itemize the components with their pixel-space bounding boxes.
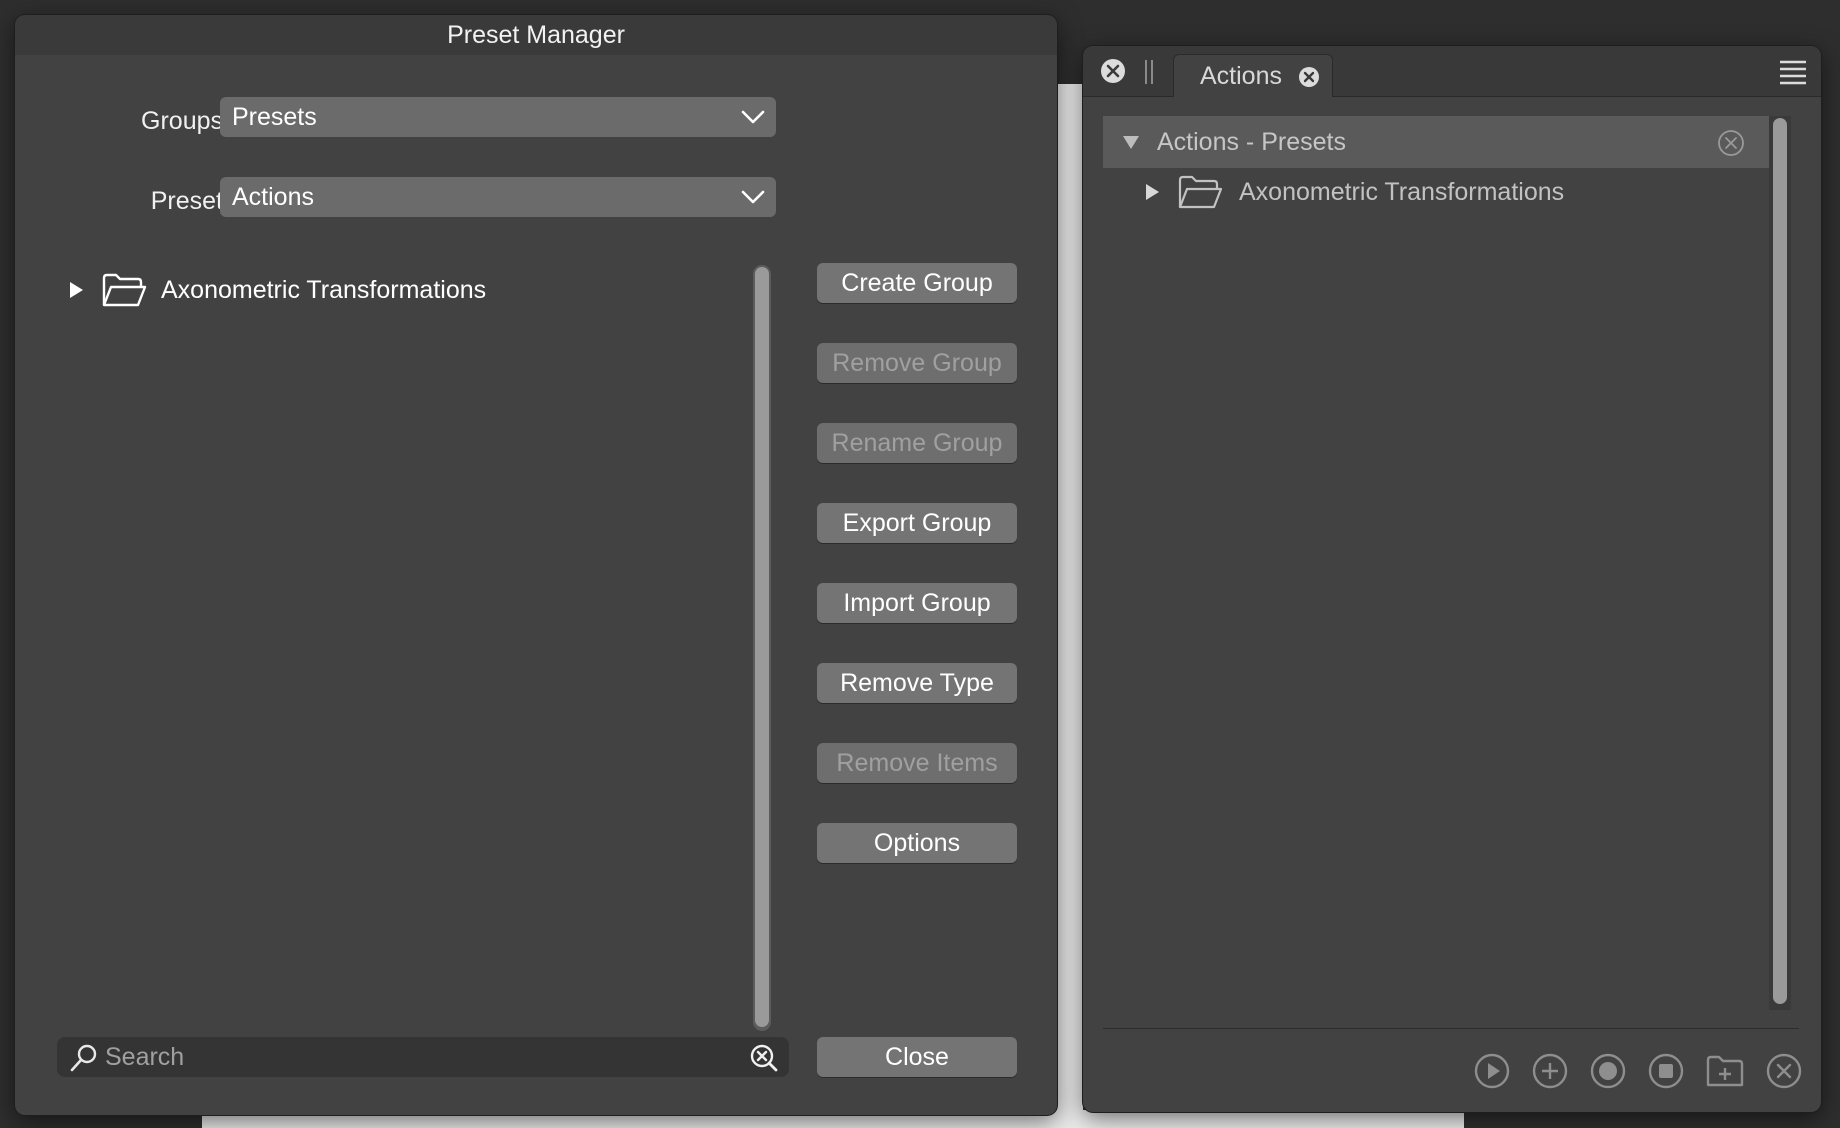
add-icon[interactable] [1531,1052,1569,1090]
group-header-label: Actions - Presets [1157,127,1346,156]
panel-menu-icon[interactable] [1779,59,1807,85]
clear-search-icon[interactable] [749,1043,779,1073]
folder-icon [101,271,147,309]
rename-group-button[interactable]: Rename Group [817,423,1017,463]
import-group-button[interactable]: Import Group [817,583,1017,623]
disclosure-triangle-open-icon[interactable] [1121,133,1141,151]
search-input[interactable] [105,1037,725,1077]
export-group-button[interactable]: Export Group [817,503,1017,543]
divider [1103,1028,1799,1029]
actions-panel: Actions Actions - Presets Axonometric Tr… [1083,46,1821,1112]
search-field[interactable] [57,1037,789,1077]
create-group-button[interactable]: Create Group [817,263,1017,303]
close-button[interactable]: Close [817,1037,1017,1077]
chevron-down-icon [740,185,766,209]
tree-item-label: Axonometric Transformations [161,275,487,304]
remove-type-button[interactable]: Remove Type [817,663,1017,703]
panel-scrollbar-thumb[interactable] [1773,118,1787,1004]
panel-tab-bar: Actions [1083,46,1821,97]
search-icon [69,1043,99,1073]
preset-manager-dialog: Preset Manager Groups Presets Preset Act… [15,15,1057,1115]
drag-grip-icon[interactable] [1145,60,1153,84]
dialog-title: Preset Manager [15,15,1057,55]
stop-icon[interactable] [1647,1052,1685,1090]
tab-actions[interactable]: Actions [1173,54,1333,97]
folder-icon [1177,173,1223,211]
delete-icon[interactable] [1765,1052,1803,1090]
chevron-down-icon [740,105,766,129]
groups-select-value: Presets [232,103,317,131]
preset-select[interactable]: Actions [220,177,776,217]
groups-label: Groups [141,107,223,135]
remove-group-icon[interactable] [1717,129,1745,157]
remove-items-button[interactable]: Remove Items [817,743,1017,783]
actions-group-header[interactable]: Actions - Presets [1103,116,1769,168]
actions-toolbar [1473,1052,1803,1090]
remove-group-button[interactable]: Remove Group [817,343,1017,383]
tree-item-label: Axonometric Transformations [1239,177,1565,206]
preset-select-value: Actions [232,183,314,211]
close-tab-icon[interactable] [1298,66,1320,88]
record-icon[interactable] [1589,1052,1627,1090]
scrollbar-thumb[interactable] [755,267,769,1027]
close-panel-icon[interactable] [1099,57,1127,85]
tab-label: Actions [1200,62,1282,90]
preset-label: Preset [150,187,223,215]
options-button[interactable]: Options [817,823,1017,863]
tree-item-axonometric-transformations[interactable]: Axonometric Transformations [65,270,486,310]
groups-select[interactable]: Presets [220,97,776,137]
new-folder-icon[interactable] [1705,1052,1745,1090]
background-gap [1057,84,1083,1128]
disclosure-triangle-icon[interactable] [65,279,87,301]
play-icon[interactable] [1473,1052,1511,1090]
disclosure-triangle-icon[interactable] [1141,181,1163,203]
panel-tree-item-axonometric-transformations[interactable]: Axonometric Transformations [1141,170,1564,214]
